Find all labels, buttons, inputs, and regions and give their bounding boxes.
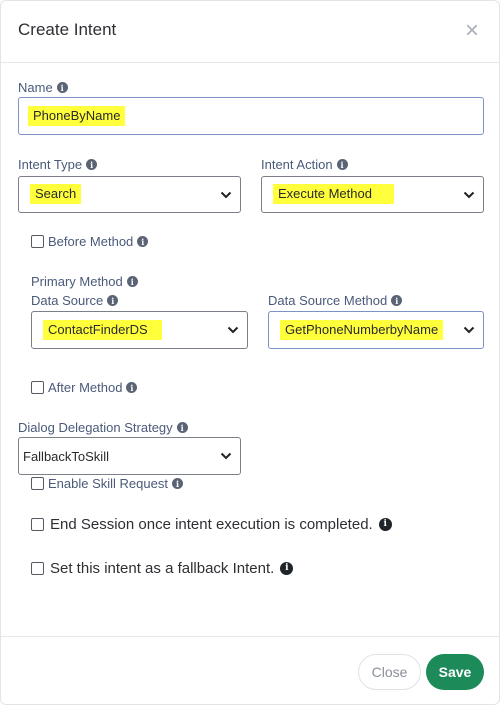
info-icon: i: [391, 295, 403, 306]
fallback-intent-row: Set this intent as a fallback Intent. i: [31, 560, 294, 577]
fallback-intent-label: Set this intent as a fallback Intent.: [50, 560, 275, 577]
dialog-delegation-label: Dialog Delegation Strategy: [18, 420, 173, 435]
info-icon: i: [56, 82, 68, 93]
name-input[interactable]: PhoneByName: [18, 97, 484, 135]
data-source-method-value: GetPhoneNumberbyName: [280, 320, 444, 340]
intent-action-label-row: Intent Action i: [261, 157, 348, 172]
info-icon: i: [171, 478, 183, 489]
info-icon: i: [176, 422, 188, 433]
dialog-footer: Close Save: [1, 636, 499, 706]
close-button[interactable]: Close: [358, 654, 421, 690]
enable-skill-request-label: Enable Skill Request: [48, 476, 168, 491]
data-source-method-label-row: Data Source Method i: [268, 293, 403, 308]
name-input-value: PhoneByName: [28, 106, 126, 126]
info-icon: i: [378, 518, 392, 531]
data-source-method-select[interactable]: GetPhoneNumberbyName: [268, 311, 484, 349]
dialog-delegation-label-row: Dialog Delegation Strategy i: [18, 420, 188, 435]
intent-action-label: Intent Action: [261, 157, 333, 172]
info-icon: i: [280, 562, 294, 575]
info-icon: i: [126, 276, 138, 287]
before-method-checkbox[interactable]: [31, 235, 44, 248]
name-label: Name: [18, 80, 53, 95]
after-method-row: After Method i: [31, 380, 138, 395]
intent-type-select[interactable]: Search: [18, 176, 241, 213]
end-session-checkbox[interactable]: [31, 518, 44, 531]
fallback-intent-checkbox[interactable]: [31, 562, 44, 575]
info-icon: i: [107, 295, 119, 306]
name-label-row: Name i: [18, 80, 68, 95]
after-method-checkbox[interactable]: [31, 381, 44, 394]
chevron-down-icon: [227, 326, 239, 334]
dialog-delegation-select[interactable]: FallbackToSkill: [18, 437, 241, 475]
chevron-down-icon: [463, 326, 475, 334]
intent-type-label-row: Intent Type i: [18, 157, 98, 172]
end-session-row: End Session once intent execution is com…: [31, 516, 392, 533]
info-icon: i: [126, 382, 138, 393]
before-method-label: Before Method: [48, 234, 134, 249]
enable-skill-request-checkbox[interactable]: [31, 477, 44, 490]
before-method-row: Before Method i: [31, 234, 149, 249]
intent-type-value: Search: [30, 184, 82, 204]
chevron-down-icon: [220, 452, 232, 460]
data-source-method-label: Data Source Method: [268, 293, 388, 308]
data-source-value: ContactFinderDS: [43, 320, 162, 340]
intent-action-value: Execute Method: [273, 184, 394, 204]
chevron-down-icon: [463, 191, 475, 198]
intent-type-label: Intent Type: [18, 157, 83, 172]
after-method-label: After Method: [48, 380, 123, 395]
data-source-label-row: Data Source i: [31, 293, 119, 308]
chevron-down-icon: [220, 191, 232, 198]
intent-action-select[interactable]: Execute Method: [261, 176, 484, 213]
dialog-title: Create Intent: [18, 20, 117, 39]
info-icon: i: [336, 159, 348, 170]
info-icon: i: [137, 236, 149, 247]
create-intent-dialog: Create Intent × Name i PhoneByName Inten…: [0, 0, 500, 705]
end-session-label: End Session once intent execution is com…: [50, 516, 373, 533]
data-source-label: Data Source: [31, 293, 104, 308]
primary-method-label-row: Primary Method i: [31, 274, 138, 289]
save-button[interactable]: Save: [426, 654, 484, 690]
dialog-delegation-value: FallbackToSkill: [23, 449, 109, 464]
enable-skill-request-row: Enable Skill Request i: [31, 476, 183, 491]
data-source-select[interactable]: ContactFinderDS: [31, 311, 248, 349]
close-icon[interactable]: ×: [465, 19, 479, 43]
primary-method-label: Primary Method: [31, 274, 123, 289]
info-icon: i: [86, 159, 98, 170]
dialog-header: Create Intent ×: [1, 1, 499, 63]
